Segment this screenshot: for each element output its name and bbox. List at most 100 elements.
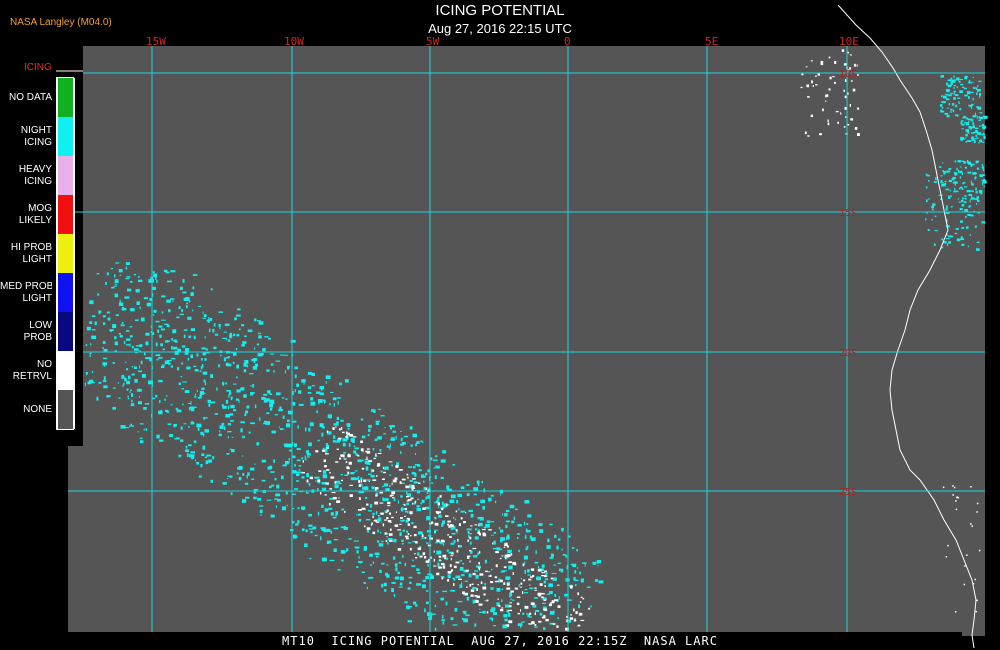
icing-pixel <box>465 614 470 617</box>
icing-pixel <box>317 479 321 482</box>
icing-pixel <box>444 557 446 559</box>
icing-pixel <box>437 502 440 506</box>
icing-pixel <box>391 482 393 486</box>
icing-pixel <box>832 76 835 78</box>
icing-pixel <box>447 574 451 579</box>
icing-pixel <box>545 598 547 601</box>
icing-pixel <box>825 100 827 102</box>
icing-pixel <box>329 403 331 406</box>
icing-pixel <box>949 235 954 238</box>
icing-pixel <box>372 512 375 516</box>
icing-pixel <box>934 229 938 232</box>
icing-pixel <box>412 559 414 562</box>
icing-pixel <box>954 187 956 189</box>
icing-pixel <box>495 564 498 568</box>
icing-pixel <box>112 406 116 410</box>
icing-pixel <box>495 576 498 579</box>
icing-pixel <box>158 379 163 383</box>
icing-pixel <box>960 238 965 241</box>
icing-pixel <box>156 280 158 283</box>
icing-pixel <box>527 514 532 518</box>
icing-pixel <box>305 427 307 432</box>
icing-pixel <box>462 563 465 565</box>
icing-pixel <box>233 333 236 337</box>
icing-pixel <box>484 583 486 586</box>
icing-pixel <box>577 624 581 627</box>
icing-pixel <box>973 131 977 134</box>
icing-pixel <box>440 459 446 463</box>
icing-pixel <box>925 186 928 189</box>
icing-pixel <box>120 425 126 429</box>
icing-pixel <box>956 496 958 499</box>
icing-pixel <box>244 413 247 416</box>
icing-pixel <box>982 166 984 170</box>
icing-pixel <box>441 619 446 622</box>
icing-pixel <box>503 582 506 585</box>
icing-pixel <box>442 554 447 558</box>
icing-pixel <box>955 500 957 502</box>
icing-pixel <box>977 199 980 202</box>
icing-pixel <box>407 542 412 544</box>
icing-pixel <box>941 106 944 109</box>
icing-pixel <box>193 335 196 340</box>
icing-pixel <box>125 330 130 332</box>
icing-pixel <box>294 443 297 447</box>
icing-pixel <box>947 90 950 93</box>
icing-pixel <box>123 340 126 345</box>
icing-pixel <box>137 431 139 433</box>
icing-pixel <box>259 509 263 514</box>
icing-pixel <box>227 422 231 426</box>
icing-pixel <box>241 499 247 503</box>
icing-pixel <box>526 613 529 615</box>
icing-pixel <box>975 172 977 174</box>
lon-label-10w: 10W <box>284 35 304 48</box>
icing-pixel <box>434 627 437 631</box>
icing-pixel <box>357 476 360 478</box>
icing-pixel <box>946 82 949 86</box>
icing-pixel <box>401 539 404 542</box>
icing-pixel <box>338 482 342 485</box>
icing-pixel <box>450 617 454 621</box>
icing-pixel <box>509 592 513 597</box>
icing-pixel <box>431 482 434 484</box>
icing-pixel <box>140 440 144 444</box>
icing-pixel <box>188 444 192 447</box>
icing-pixel <box>474 595 478 597</box>
icing-pixel <box>970 486 972 488</box>
icing-pixel <box>177 367 180 371</box>
icing-pixel <box>804 131 807 135</box>
icing-pixel <box>180 439 184 442</box>
icing-pixel <box>475 528 477 531</box>
icing-pixel <box>254 347 256 350</box>
icing-pixel <box>308 442 312 447</box>
icing-pixel <box>268 337 271 340</box>
icing-pixel <box>310 397 314 401</box>
icing-pixel <box>954 160 957 163</box>
icing-pixel <box>373 520 378 522</box>
icing-pixel <box>131 365 134 368</box>
icing-pixel <box>332 427 335 430</box>
icing-pixel <box>945 93 949 96</box>
icing-pixel <box>186 305 188 309</box>
icing-pixel <box>961 138 965 140</box>
icing-pixel <box>450 552 454 555</box>
icing-pixel <box>282 464 287 467</box>
icing-pixel <box>805 66 808 68</box>
icing-pixel <box>125 278 130 280</box>
icing-pixel <box>165 409 169 412</box>
icing-pixel <box>201 364 204 368</box>
icing-pixel <box>807 96 810 98</box>
icing-pixel <box>260 514 262 516</box>
icing-pixel <box>952 176 956 179</box>
icing-pixel <box>978 125 981 127</box>
icing-pixel <box>948 197 951 199</box>
icing-pixel <box>381 540 384 543</box>
icing-pixel <box>539 529 544 533</box>
icing-pixel <box>534 612 536 615</box>
icing-pixel <box>579 601 582 603</box>
icing-pixel <box>257 332 261 335</box>
icing-pixel <box>952 109 955 113</box>
icing-pixel <box>339 428 341 431</box>
icing-pixel <box>580 596 583 598</box>
icing-pixel <box>361 435 366 439</box>
